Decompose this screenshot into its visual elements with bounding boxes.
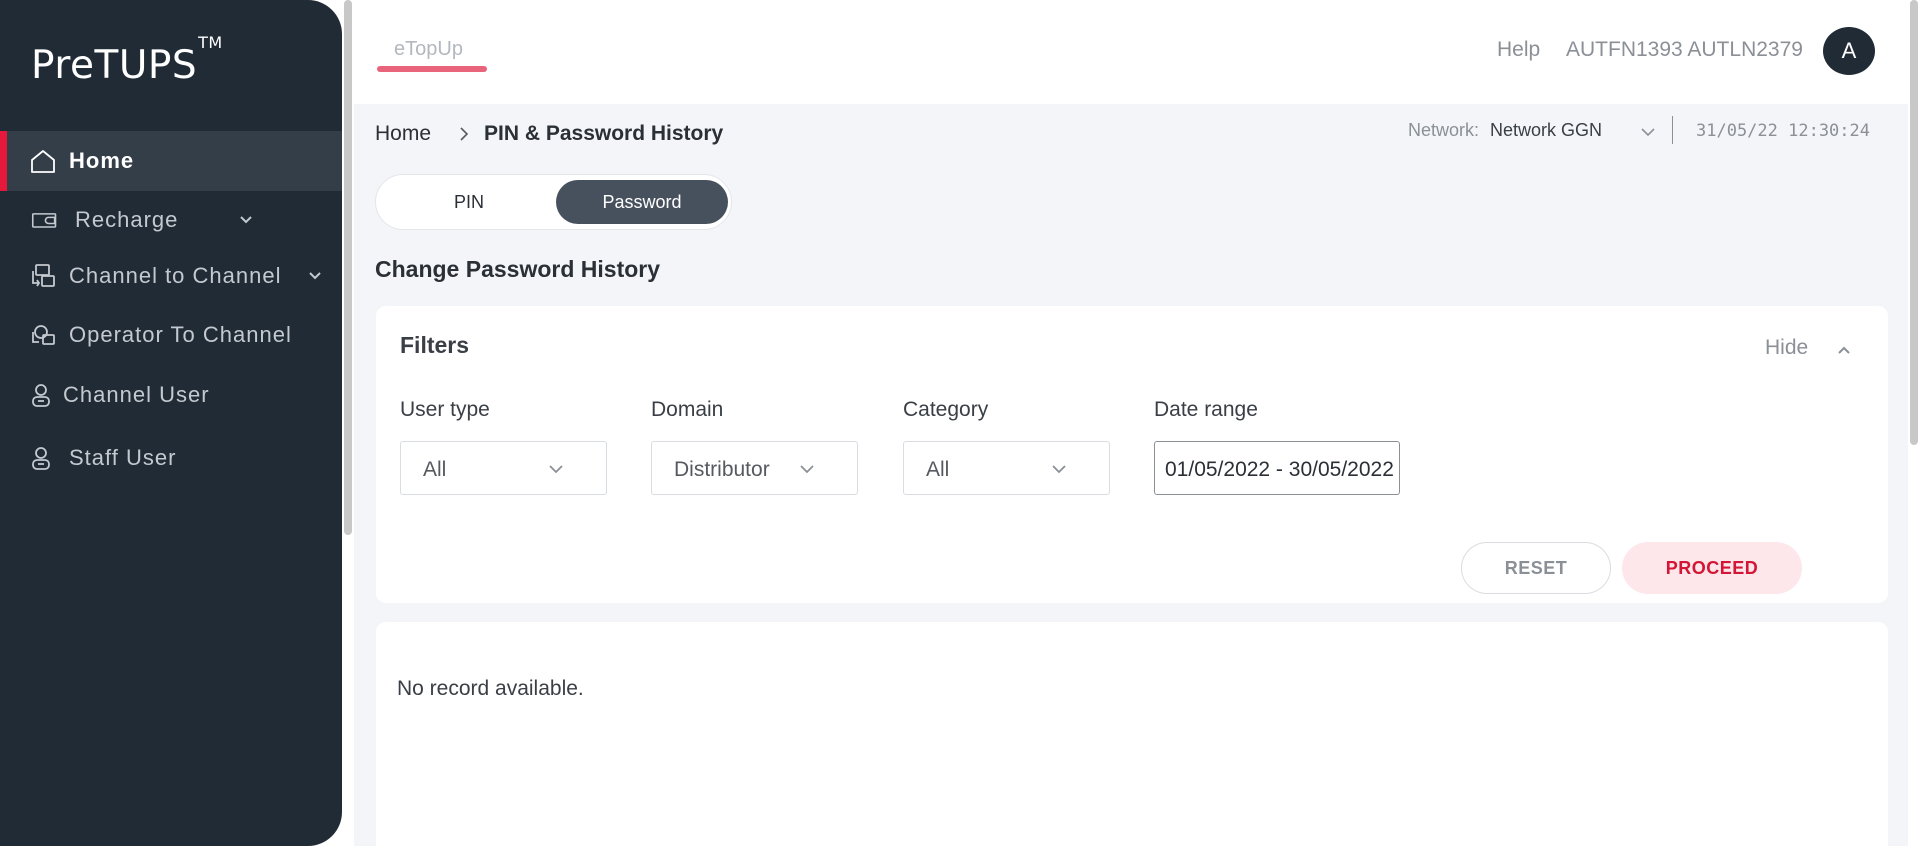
chevron-down-icon[interactable] [238,212,254,228]
app-logo[interactable]: PreTUPSTM [31,33,223,88]
top-bar: eTopUp Help AUTFN1393 AUTLN2379 A [354,0,1910,104]
pin-password-toggle: PIN Password [375,174,732,230]
user-name: AUTFN1393 AUTLN2379 [1566,38,1803,61]
divider [1672,116,1673,144]
sidebar-item-recharge[interactable]: Recharge [0,190,342,250]
chevron-down-icon [800,465,814,474]
active-tab-indicator [377,66,487,72]
datetime: 31/05/22 12:30:24 [1696,121,1870,141]
proceed-button[interactable]: PROCEED [1622,542,1802,594]
sidebar-item-staff-user[interactable]: Staff User [0,428,342,488]
domain-select[interactable]: Distributor [651,441,858,495]
breadcrumb-home[interactable]: Home [375,122,431,146]
avatar[interactable]: A [1823,27,1875,75]
domain-label: Domain [651,398,724,421]
domain-value: Distributor [674,458,770,481]
recharge-icon [29,206,61,234]
category-label: Category [903,398,989,421]
chevron-down-icon [549,465,563,474]
operator-icon [29,321,57,349]
results-card: No record available. [376,622,1888,846]
sidebar-item-label: Recharge [75,207,179,232]
user-type-value: All [423,458,447,481]
scrollbar-thumb[interactable] [1910,0,1918,445]
user-icon [29,381,57,409]
chevron-down-icon [1052,465,1066,474]
date-range-label: Date range [1154,398,1258,421]
help-link[interactable]: Help [1497,38,1540,62]
sidebar-item-label: Staff User [69,445,177,470]
sidebar-item-channel-to-channel[interactable]: Channel to Channel [0,246,342,306]
sidebar: PreTUPSTM Home Recharge Channel to Chann… [0,0,342,846]
main-content: Home PIN & Password History Network: Net… [354,104,1910,846]
hide-filters-button[interactable]: Hide [1765,336,1808,360]
sidebar-item-label: Channel User [63,382,210,407]
sidebar-item-label: Operator To Channel [69,322,292,347]
chevron-down-icon[interactable] [307,268,323,284]
date-range-input[interactable]: 01/05/2022 - 30/05/2022 [1154,441,1400,495]
reset-button[interactable]: RESET [1461,542,1611,594]
date-range-value: 01/05/2022 - 30/05/2022 [1165,458,1394,481]
page-scrollbar[interactable] [1908,0,1920,846]
channel-transfer-icon [29,262,57,290]
toggle-pin[interactable]: PIN [384,180,554,224]
page-title: Change Password History [375,256,661,282]
filters-title: Filters [400,332,470,358]
sidebar-item-home[interactable]: Home [0,131,342,191]
network-label: Network: [1408,120,1480,140]
network-select[interactable]: Network GGN [1490,120,1602,141]
user-type-label: User type [400,398,490,421]
user-icon [29,444,57,472]
chevron-right-icon [460,127,469,141]
sidebar-scrollbar[interactable] [342,0,354,846]
chevron-up-icon[interactable] [1836,342,1852,358]
scrollbar-thumb[interactable] [344,0,352,535]
category-select[interactable]: All [903,441,1110,495]
chevron-down-icon[interactable] [1640,124,1656,140]
breadcrumb-current: PIN & Password History [484,122,724,145]
user-type-select[interactable]: All [400,441,607,495]
sidebar-item-label: Channel to Channel [69,263,282,288]
empty-state-message: No record available. [397,677,584,700]
tab-etopup[interactable]: eTopUp [394,38,463,61]
toggle-password[interactable]: Password [556,180,728,224]
home-icon [29,147,57,175]
sidebar-item-channel-user[interactable]: Channel User [0,365,342,425]
sidebar-item-label: Home [69,148,135,173]
sidebar-item-operator-to-channel[interactable]: Operator To Channel [0,305,342,365]
category-value: All [926,458,950,481]
filters-card: Filters Hide User type All Domain Distri… [376,306,1888,603]
